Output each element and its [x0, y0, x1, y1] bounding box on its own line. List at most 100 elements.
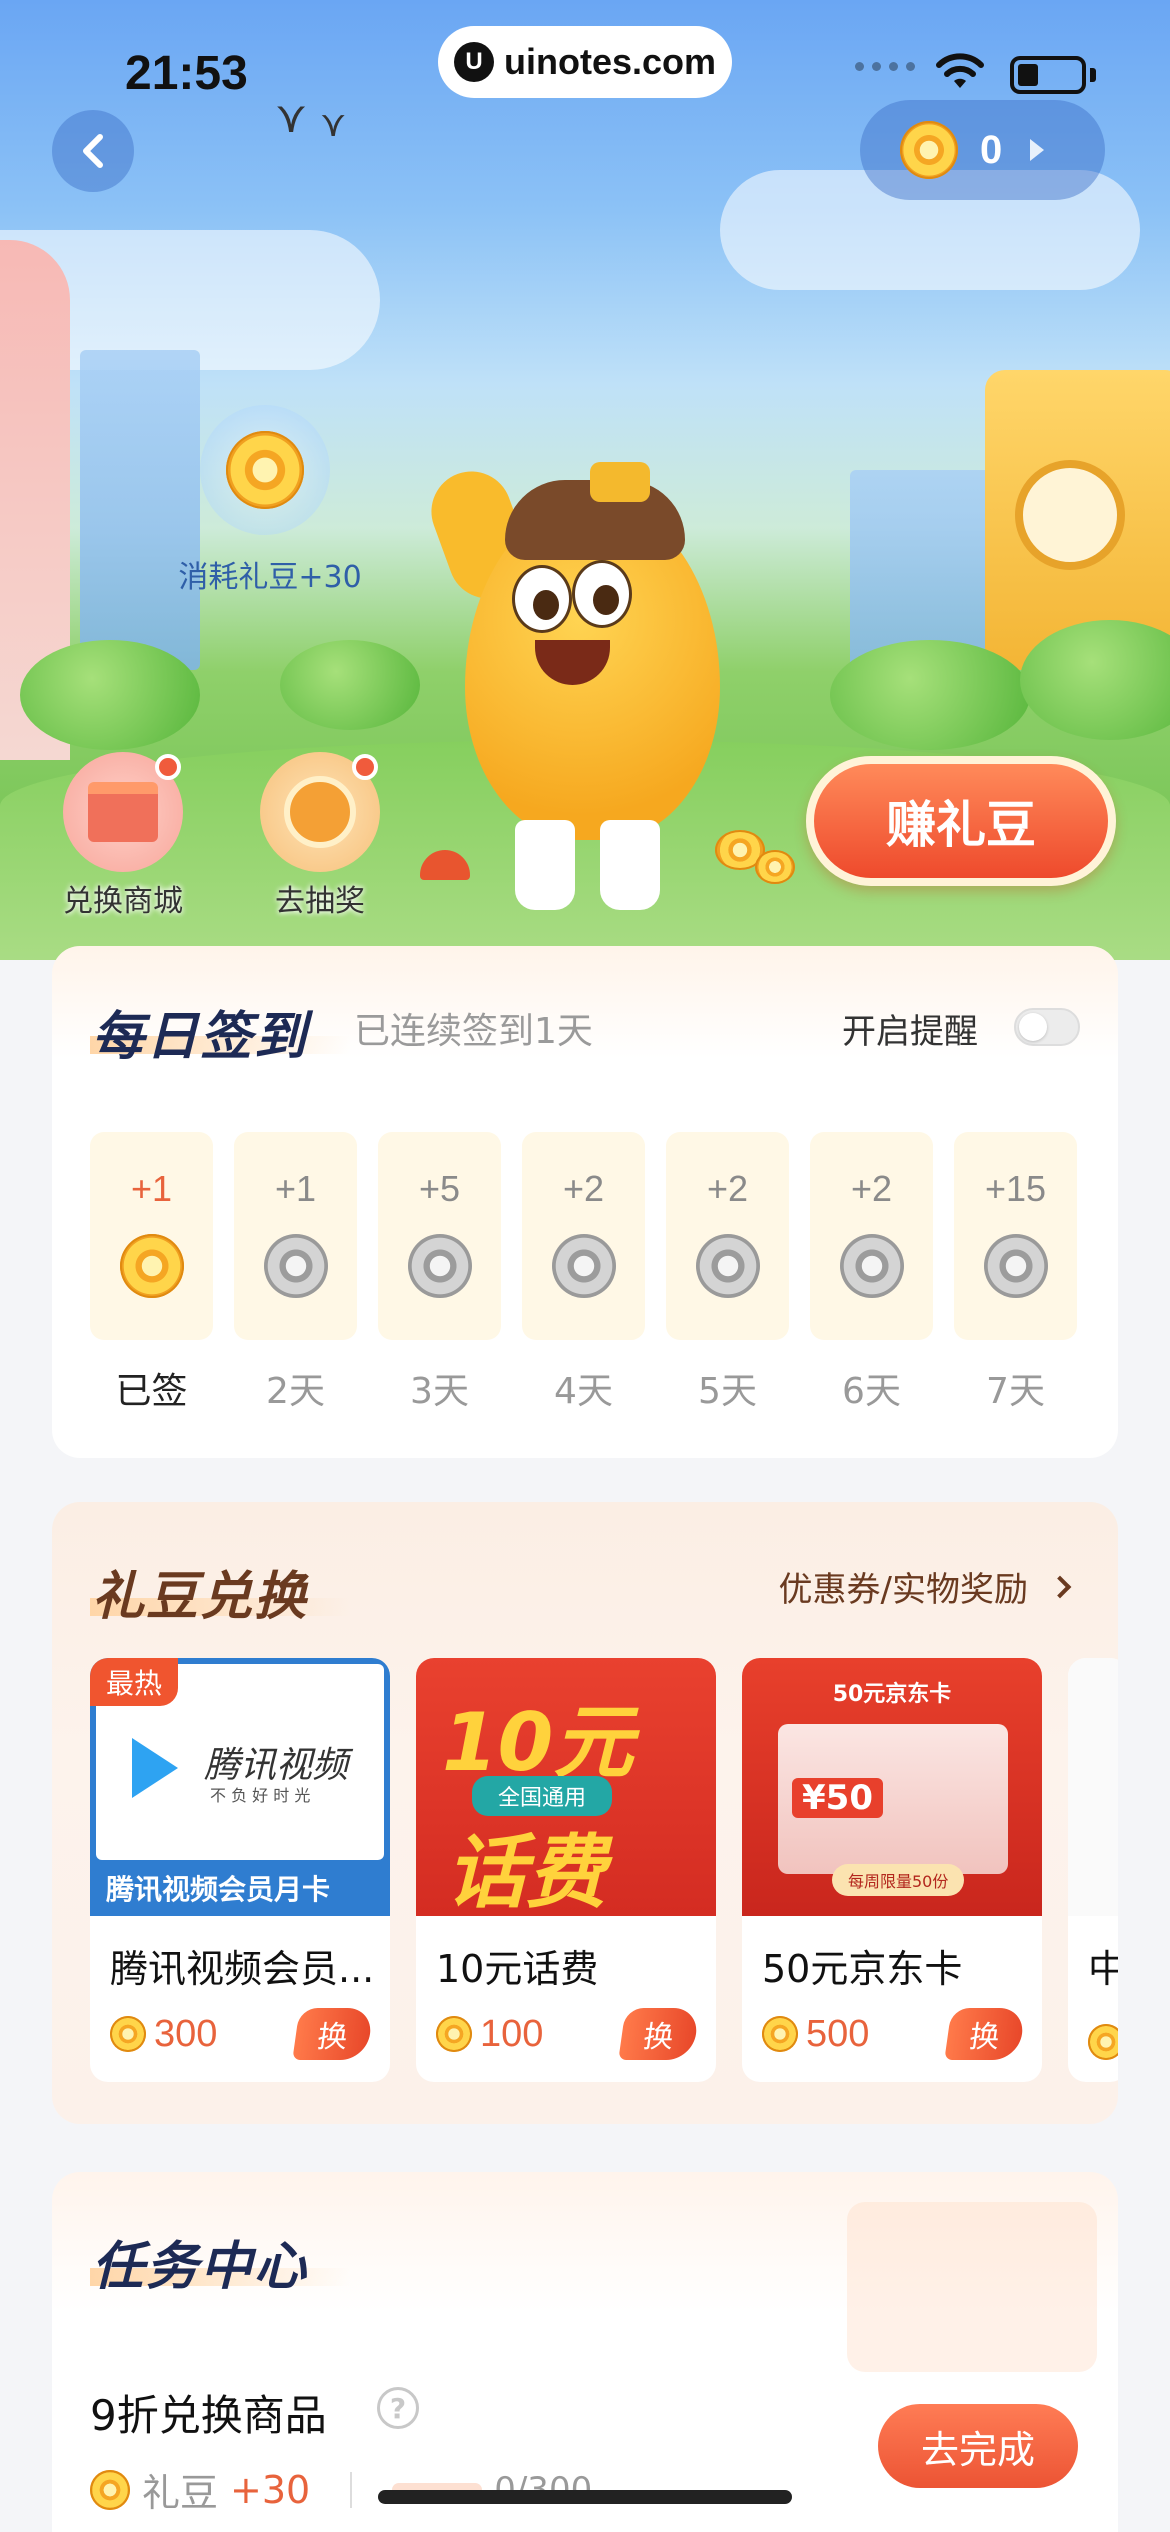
mascot-leg: [600, 820, 660, 910]
product-name: 50元京东卡: [762, 1947, 963, 1991]
shortcut-label: 兑换商城: [63, 884, 183, 919]
coin-grey-icon: [695, 1234, 760, 1298]
product-name: 10元话费: [436, 1947, 599, 1991]
go-complete-button[interactable]: 去完成: [878, 2404, 1078, 2488]
task-center-card: 任务中心 9折兑换商品 ? 礼豆 +30 0/300 去完成: [52, 2172, 1118, 2532]
signin-day[interactable]: +5 3天: [378, 1132, 501, 1414]
card-amount: ¥50: [792, 1778, 883, 1818]
earn-beans-button[interactable]: 赚礼豆: [806, 756, 1116, 886]
exchange-button[interactable]: 换: [944, 2008, 1026, 2060]
image-title: 50元京东卡: [832, 1682, 952, 1707]
bush: [20, 640, 200, 750]
exchange-more-link[interactable]: 优惠券/实物奖励: [779, 1562, 1072, 1611]
product-image: 50元京东卡 ¥50 每周限量50份: [742, 1658, 1042, 1916]
mascot-leg: [515, 820, 575, 910]
day-points: +5: [418, 1168, 461, 1209]
signin-day[interactable]: +2 4天: [522, 1132, 645, 1414]
product-card[interactable]: 10元 全国通用 话费 10元话费 100 换: [416, 1658, 716, 2082]
day-label: 3天: [410, 1371, 469, 1412]
card-limit-badge: 每周限量50份: [832, 1864, 965, 1896]
day-points: +2: [706, 1168, 749, 1209]
arrow-right-icon: [1030, 139, 1045, 161]
coin-balance-pill[interactable]: 0: [860, 100, 1105, 200]
signin-day[interactable]: +1 2天: [234, 1132, 357, 1414]
site-logo-icon: U: [453, 42, 494, 82]
mascot-eye: [572, 560, 632, 628]
coin-grey-icon: [551, 1234, 616, 1298]
day-label: 6天: [842, 1371, 901, 1412]
day-label: 2天: [266, 1371, 325, 1412]
streak-text: 已连续签到1天: [354, 1011, 593, 1052]
gift-icon: [63, 752, 183, 872]
signin-day[interactable]: +2 6天: [810, 1132, 933, 1414]
day-points: +2: [850, 1168, 893, 1209]
shortcut-mall[interactable]: 兑换商城: [48, 752, 198, 920]
task-name: 9折兑换商品: [90, 2391, 327, 2440]
coin-icon: [110, 2016, 146, 2052]
url-text: uinotes.com: [503, 41, 717, 82]
help-icon[interactable]: ?: [377, 2387, 419, 2429]
coin-icon: [436, 2016, 472, 2052]
crown-icon: [590, 462, 650, 502]
signin-day[interactable]: +1 已签: [90, 1132, 213, 1414]
chevron-left-icon: [83, 134, 103, 168]
url-pill[interactable]: U uinotes.com: [438, 26, 732, 98]
reminder-label: 开启提醒: [842, 1012, 978, 1052]
daily-signin-card: 每日签到 已连续签到1天 开启提醒 +1 已签 +1 2天 +5 3天 +2 4…: [52, 946, 1118, 1458]
coin-grey-icon: [263, 1234, 328, 1298]
exchange-button[interactable]: 换: [292, 2008, 374, 2060]
notification-dot: [352, 754, 378, 780]
home-indicator[interactable]: [378, 2490, 792, 2504]
reward-bubble[interactable]: [200, 405, 330, 535]
product-card[interactable]: 50元京东卡 ¥50 每周限量50份 50元京东卡 500 换: [742, 1658, 1042, 2082]
day-label: 4天: [554, 1371, 613, 1412]
day-label: 5天: [698, 1371, 757, 1412]
gift-box: [88, 782, 158, 842]
signin-day[interactable]: +2 5天: [666, 1132, 789, 1414]
back-button[interactable]: [52, 110, 134, 192]
product-price: 300: [154, 2012, 218, 2055]
chevron-right-icon: [1048, 1575, 1072, 1598]
product-name: 腾讯视频会员...: [110, 1947, 375, 1991]
image-headline-2: 话费: [446, 1826, 606, 1916]
bubble-label: 消耗礼豆+30: [178, 560, 362, 595]
coin-icon: [1088, 2024, 1118, 2060]
product-price: 500: [806, 2012, 870, 2055]
product-card[interactable]: 最热 腾讯视频 不 负 好 时 光 腾讯视频会员月卡 腾讯视频会员... 300…: [90, 1658, 390, 2082]
calendar-decoration-icon: [847, 2202, 1097, 2372]
exchange-button[interactable]: 换: [618, 2008, 700, 2060]
signin-days: +1 已签 +1 2天 +5 3天 +2 4天 +2 5天 +2 6天 +15 …: [90, 1132, 1077, 1414]
coin-icon: [90, 2469, 130, 2510]
product-card[interactable]: 中: [1068, 1658, 1118, 2082]
coin-grey-icon: [839, 1234, 904, 1298]
signin-title: 每日签到: [92, 1007, 309, 1067]
wifi-icon: [936, 53, 984, 88]
coin-grey-icon: [407, 1234, 472, 1298]
coin-icon: [762, 2016, 798, 2052]
mascot-eye: [512, 565, 572, 633]
image-caption: 腾讯视频会员月卡: [106, 1873, 331, 1906]
product-image: 10元 全国通用 话费: [416, 1658, 716, 1916]
shortcut-lottery[interactable]: 去抽奖: [245, 752, 395, 920]
battery-icon: [1010, 56, 1086, 94]
coin-icon: [755, 850, 795, 884]
battery-tip: [1090, 68, 1096, 82]
day-label: 已签: [115, 1371, 188, 1412]
day-points: +15: [984, 1168, 1047, 1209]
lottery-wheel-icon: [260, 752, 380, 872]
product-name: 中: [1068, 1916, 1118, 1993]
wheel: [284, 776, 356, 848]
product-image: [1068, 1658, 1118, 1916]
cellular-signal-icon: [855, 62, 915, 71]
exchange-card: 礼豆兑换 优惠券/实物奖励 最热 腾讯视频 不 负 好 时 光 腾讯视频会员月卡…: [52, 1502, 1118, 2124]
day-points: +1: [274, 1168, 317, 1209]
exchange-title: 礼豆兑换: [92, 1567, 309, 1627]
hot-tag: 最热: [90, 1658, 179, 1706]
coin-icon: [119, 1234, 184, 1298]
signin-day[interactable]: +15 7天: [954, 1132, 1077, 1414]
reminder-toggle[interactable]: [1014, 1008, 1080, 1046]
coin-balance: 0: [980, 127, 1003, 172]
tencent-video-logo-icon: [132, 1738, 178, 1798]
bush: [830, 640, 1030, 750]
status-time: 21:53: [125, 47, 248, 100]
